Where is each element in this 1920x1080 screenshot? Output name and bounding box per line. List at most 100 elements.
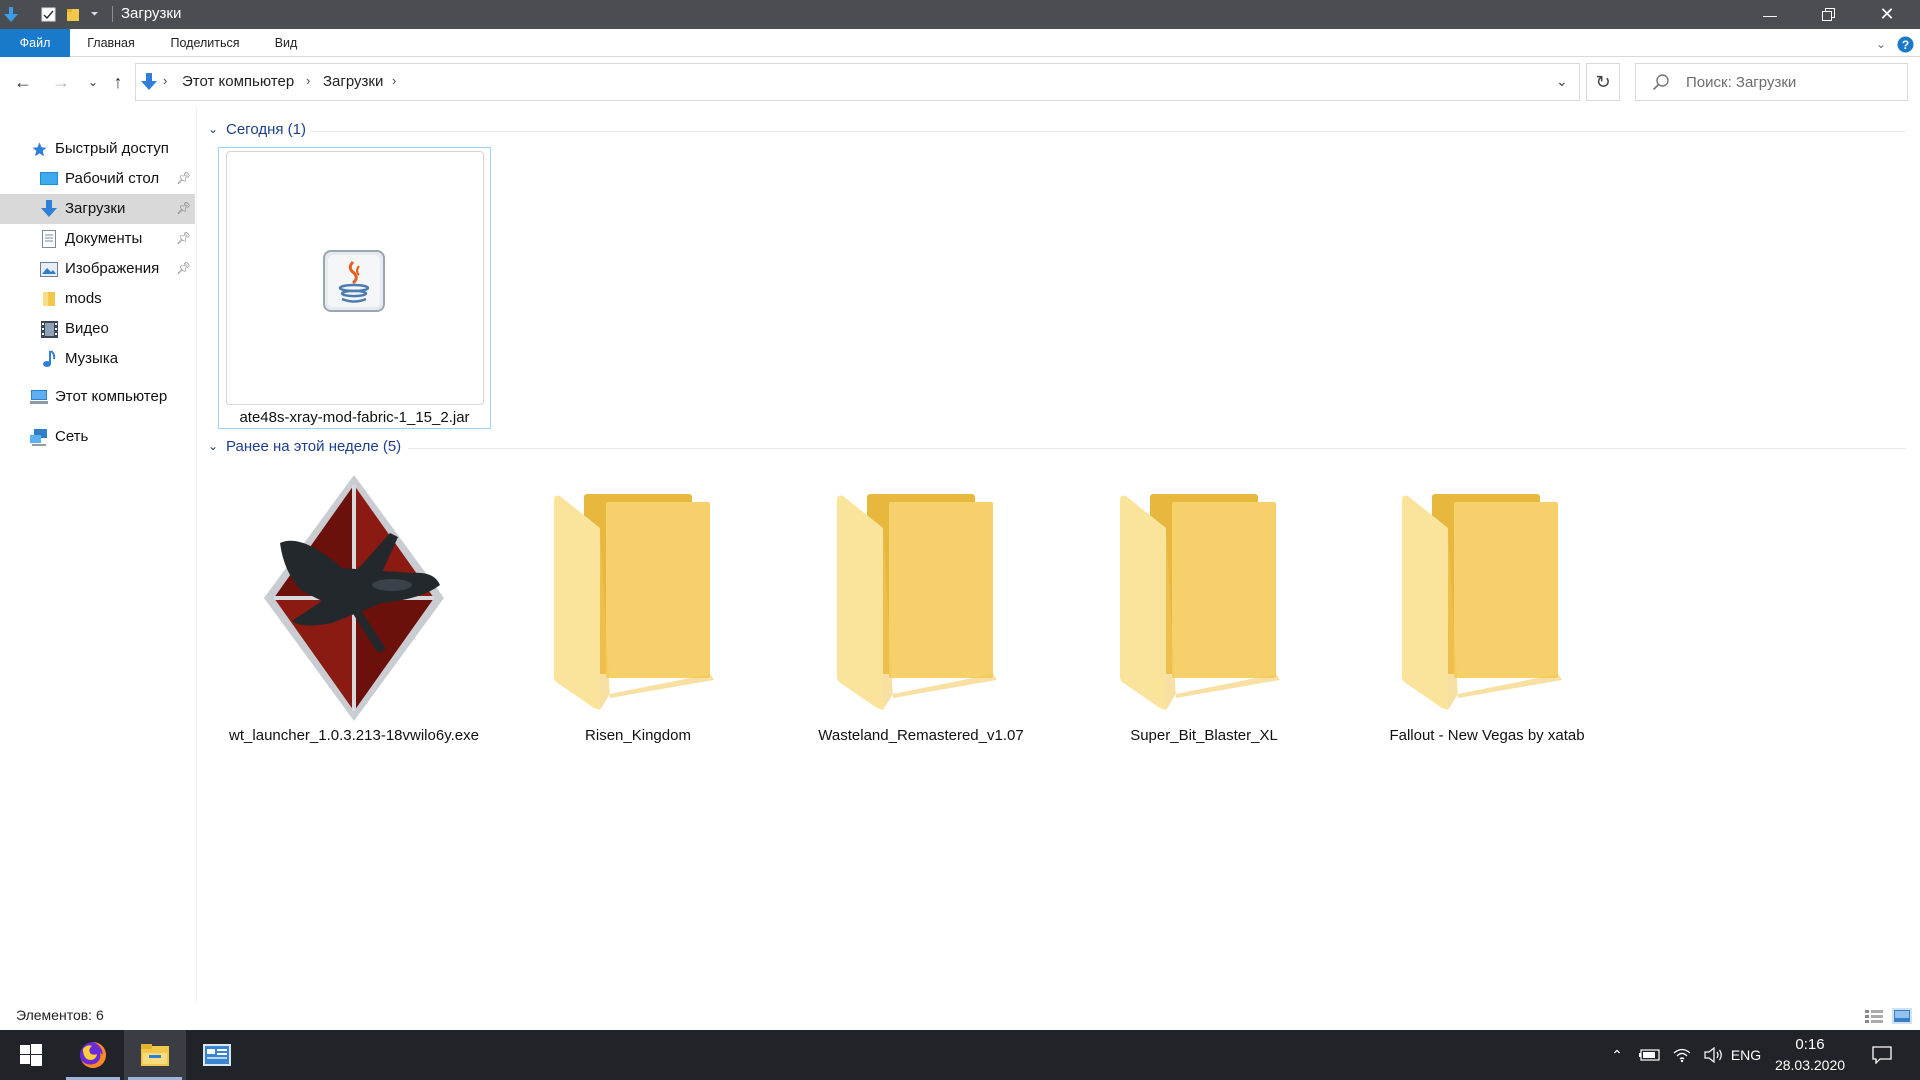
start-icon[interactable] (0, 1030, 62, 1080)
pin-icon[interactable]: 📌︎ (176, 231, 191, 245)
java-jar-icon (323, 250, 385, 317)
breadcrumb-this-pc[interactable]: Этот компьютер (182, 73, 294, 90)
file-name: Wasteland_Remastered_v1.07 (818, 727, 1024, 744)
sidebar-item-network[interactable]: Сеть (0, 422, 195, 452)
new-folder-icon[interactable] (64, 6, 81, 23)
breadcrumb-chevron-icon[interactable]: › (392, 73, 396, 88)
sidebar-label: Изображения (65, 260, 160, 277)
battery-icon[interactable] (1636, 1030, 1664, 1080)
file-explorer-window: ⏷ Загрузки — ✕ Файл Главная Поделиться В… (0, 0, 1920, 1080)
search-icon (1652, 73, 1670, 96)
title-separator (112, 6, 113, 22)
search-box[interactable]: Поиск: Загрузки (1635, 63, 1908, 101)
tab-view[interactable]: Вид (268, 29, 304, 57)
sidebar-item-music[interactable]: Музыка (0, 344, 195, 374)
breadcrumb-chevron-icon[interactable]: › (163, 73, 167, 88)
sidebar-label: Видео (65, 320, 109, 337)
restore-icon[interactable] (1799, 0, 1857, 29)
file-explorer-icon[interactable] (124, 1030, 186, 1080)
file-item-jar[interactable]: ate48s-xray-mod-fabric-1_15_2.jar (218, 147, 491, 429)
collapse-chevron-icon[interactable]: ⌄ (208, 122, 218, 136)
pin-icon[interactable]: 📌︎ (176, 171, 191, 185)
file-name: Fallout - New Vegas by xatab (1389, 727, 1585, 744)
sidebar-item-downloads[interactable]: Загрузки 📌︎ (0, 194, 195, 224)
folder-icon (1402, 494, 1568, 717)
navigation-bar: ← → ⌄ ↑ › Этот компьютер › Загрузки › ⌄ … (0, 57, 1920, 107)
back-arrow-icon[interactable]: ← (10, 69, 36, 95)
group-divider (310, 131, 1906, 132)
notifications-icon[interactable] (1864, 1030, 1900, 1080)
computer-icon (30, 388, 48, 406)
help-icon[interactable]: ? (1896, 35, 1914, 53)
wifi-icon[interactable] (1668, 1030, 1696, 1080)
folder-item-super-bit-blaster-xl[interactable]: Super_Bit_Blaster_XL (1094, 470, 1314, 750)
file-name: ate48s-xray-mod-fabric-1_15_2.jar (239, 409, 470, 426)
address-history-dropdown-icon[interactable]: ⌄ (1556, 73, 1568, 90)
recent-locations-icon[interactable]: ⌄ (80, 69, 106, 95)
svg-text:?: ? (1901, 38, 1908, 52)
sidebar-item-pictures[interactable]: Изображения 📌︎ (0, 254, 195, 284)
refresh-icon[interactable]: ↻ (1586, 63, 1620, 101)
window-title: Загрузки (121, 5, 182, 22)
folder-icon (1120, 494, 1286, 717)
show-hidden-icons-icon[interactable]: ⌃ (1604, 1030, 1630, 1080)
star-icon (30, 140, 48, 158)
desktop-icon (40, 170, 58, 188)
downloads-arrow-icon (2, 6, 19, 23)
sidebar-label: Сеть (55, 428, 89, 445)
clock[interactable]: 0:16 28.03.2020 (1762, 1035, 1858, 1075)
address-bar[interactable]: › Этот компьютер › Загрузки › ⌄ (135, 63, 1580, 101)
pictures-icon (40, 260, 58, 278)
properties-icon[interactable] (40, 6, 57, 23)
details-view-icon[interactable] (1864, 1008, 1884, 1024)
downloads-icon (40, 200, 58, 218)
up-arrow-icon[interactable]: ↑ (105, 69, 131, 95)
file-thumbnail-frame (226, 151, 484, 405)
file-name: Risen_Kingdom (585, 727, 691, 744)
language-indicator[interactable]: ENG (1728, 1030, 1764, 1080)
sidebar-label: Этот компьютер (55, 388, 168, 405)
folder-item-risen-kingdom[interactable]: Risen_Kingdom (528, 470, 748, 750)
pin-icon[interactable]: 📌︎ (176, 201, 191, 215)
sidebar-item-documents[interactable]: Документы 📌︎ (0, 224, 195, 254)
pin-icon[interactable]: 📌︎ (176, 261, 191, 275)
folder-icon (40, 290, 58, 308)
sidebar-item-mods[interactable]: mods (0, 284, 195, 314)
sidebar-item-quick-access[interactable]: Быстрый доступ (0, 134, 195, 164)
search-input[interactable]: Поиск: Загрузки (1686, 74, 1796, 91)
clock-date: 28.03.2020 (1774, 1057, 1846, 1073)
video-icon (40, 320, 58, 338)
breadcrumb-chevron-icon[interactable]: › (306, 73, 310, 88)
folder-icon (554, 494, 720, 717)
firefox-icon[interactable] (62, 1030, 124, 1080)
file-item-wt-launcher[interactable]: wt_launcher_1.0.3.213-18vwilo6y.exe (224, 470, 484, 750)
sidebar-label: Музыка (65, 350, 119, 367)
customize-toolbar-icon[interactable]: ⏷ (86, 6, 103, 23)
war-thunder-launcher-icon (262, 473, 446, 728)
sidebar-item-video[interactable]: Видео (0, 314, 195, 344)
sidebar-item-this-pc[interactable]: Этот компьютер (0, 382, 195, 412)
network-icon (30, 428, 48, 446)
forward-arrow-icon[interactable]: → (48, 69, 74, 95)
sidebar-label: Рабочий стол (65, 170, 160, 187)
tab-share[interactable]: Поделиться (160, 29, 250, 57)
volume-icon[interactable] (1700, 1030, 1728, 1080)
folder-item-fallout-new-vegas[interactable]: Fallout - New Vegas by xatab (1376, 470, 1598, 750)
sidebar-item-desktop[interactable]: Рабочий стол 📌︎ (0, 164, 195, 194)
large-icons-view-icon[interactable] (1892, 1008, 1912, 1024)
sidebar-label: mods (65, 290, 102, 307)
minimize-icon[interactable]: — (1741, 0, 1799, 29)
expand-ribbon-icon[interactable]: ⌄ (1872, 35, 1890, 53)
tab-file[interactable]: Файл (0, 29, 70, 57)
control-panel-icon[interactable] (186, 1030, 248, 1080)
sidebar-label: Загрузки (65, 200, 126, 217)
collapse-chevron-icon[interactable]: ⌄ (208, 439, 218, 453)
close-icon[interactable]: ✕ (1858, 0, 1916, 29)
breadcrumb-downloads[interactable]: Загрузки (323, 73, 383, 90)
documents-icon (40, 230, 58, 248)
folder-item-wasteland-remastered[interactable]: Wasteland_Remastered_v1.07 (802, 470, 1040, 750)
sidebar-label: Документы (65, 230, 143, 247)
item-count: Элементов: 6 (16, 1007, 104, 1023)
file-name: Super_Bit_Blaster_XL (1130, 727, 1278, 744)
tab-home[interactable]: Главная (76, 29, 146, 57)
